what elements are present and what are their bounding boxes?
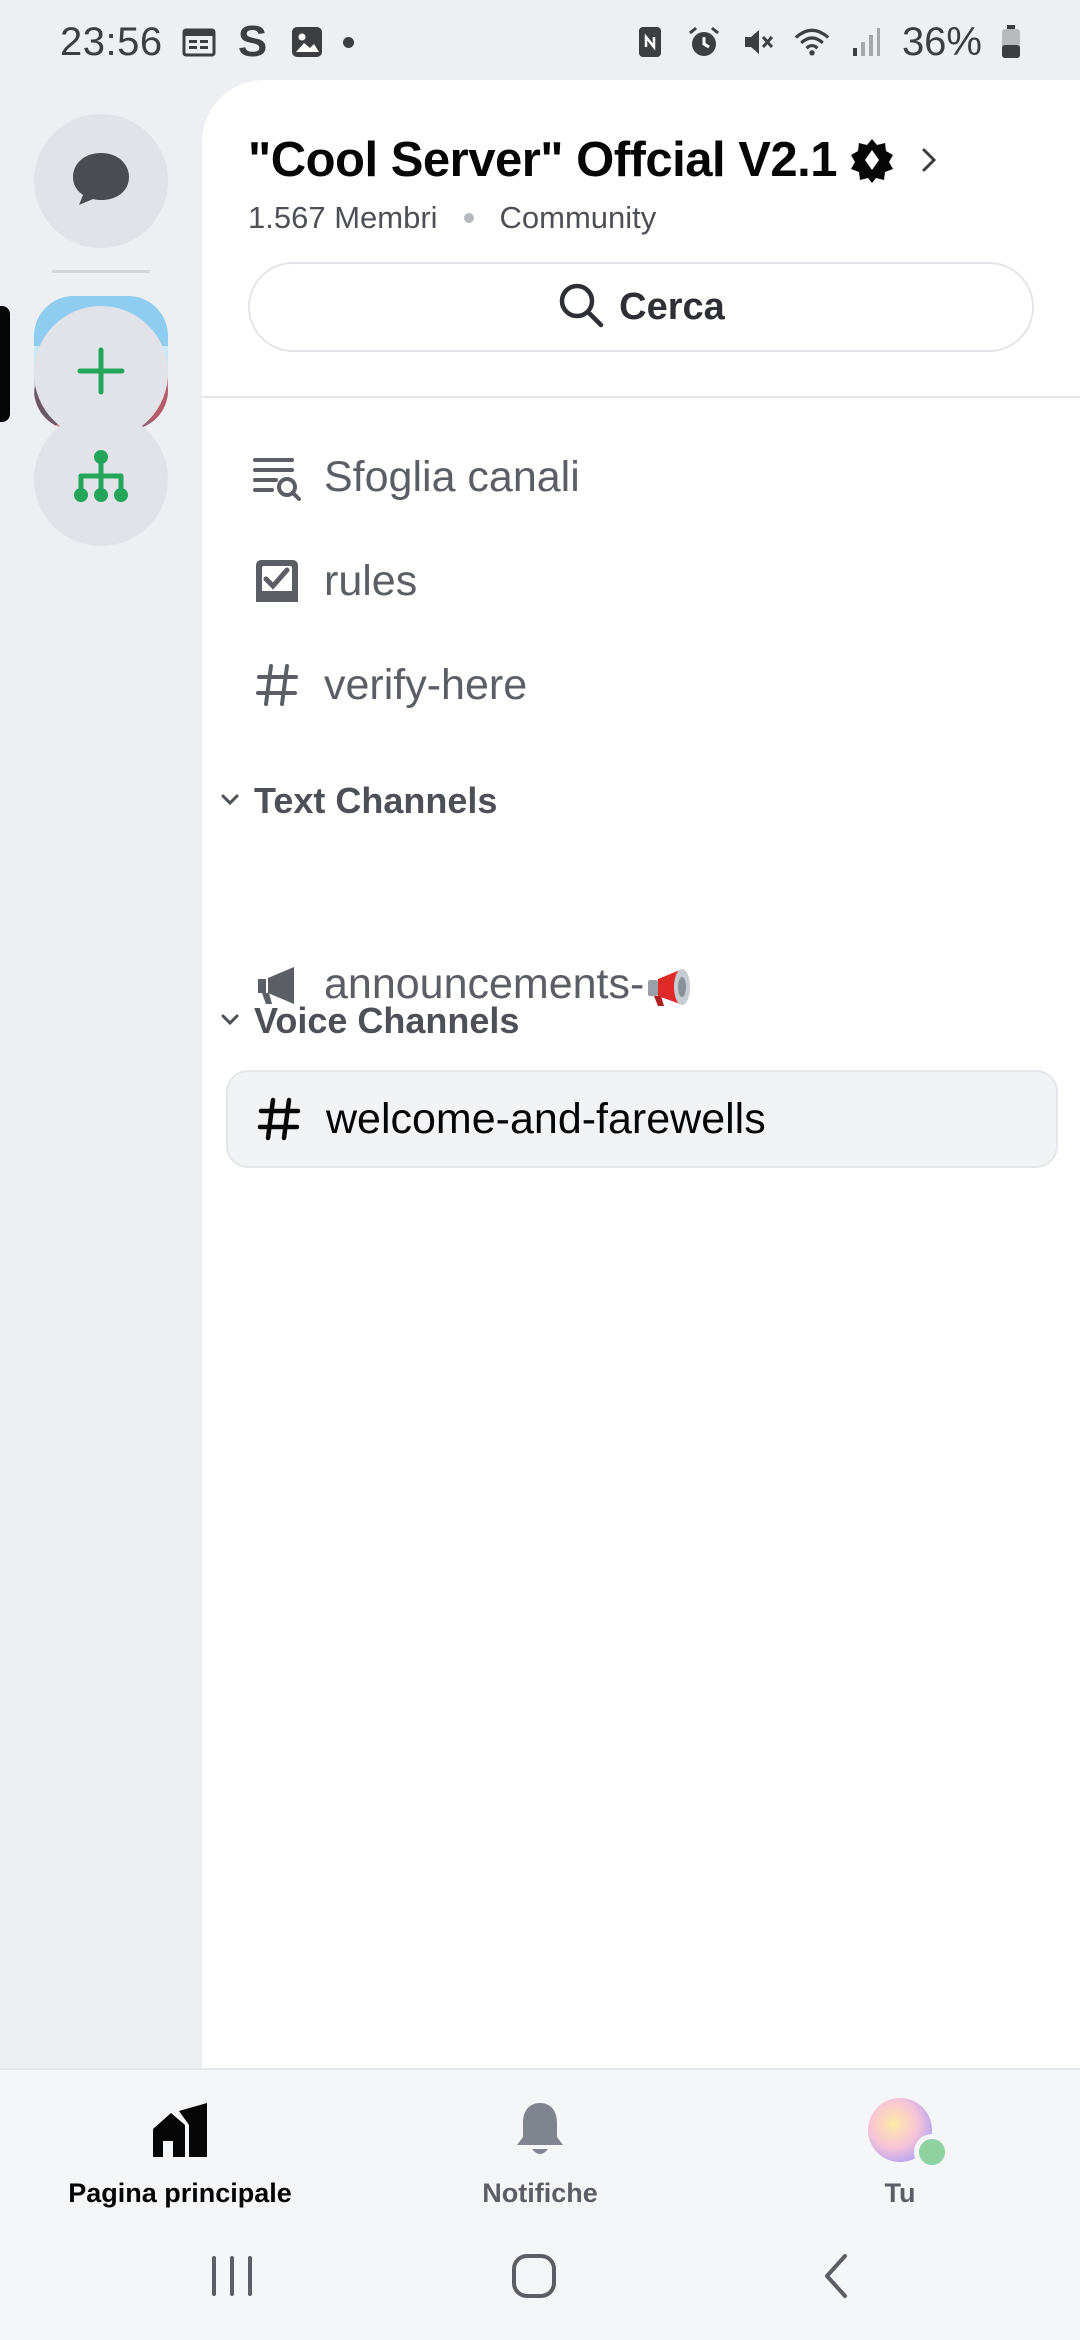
online-status-dot <box>914 2134 950 2170</box>
status-bar-right: 36% <box>632 20 1022 65</box>
discover-servers-button[interactable] <box>34 412 168 546</box>
category-label-voice: Voice Channels <box>254 1000 520 1041</box>
search-button[interactable]: Cerca <box>248 262 1034 352</box>
nav-notifications[interactable]: Notifiche <box>390 2070 690 2220</box>
search-icon <box>557 281 605 334</box>
home-system-button[interactable] <box>474 2238 594 2318</box>
status-bar-left: 23:56 S <box>60 20 354 65</box>
gallery-icon <box>289 24 325 60</box>
chevron-down-icon <box>216 1005 244 1038</box>
nav-home-label: Pagina principale <box>68 2178 292 2208</box>
back-icon <box>821 2252 851 2305</box>
category-text-channels[interactable]: Text Channels <box>216 780 497 822</box>
user-avatar <box>868 2098 950 2170</box>
channel-item-verify-here[interactable]: verify-here <box>226 636 1058 734</box>
server-title: "Cool Server" Offcial V2.1 <box>248 133 838 187</box>
discover-icon <box>71 448 131 511</box>
nav-you[interactable]: Tu <box>750 2070 1050 2220</box>
community-badge-icon <box>849 137 895 183</box>
hash-icon <box>252 660 302 710</box>
category-label-text: Text Channels <box>254 780 498 821</box>
recents-button[interactable] <box>172 2238 292 2318</box>
nav-home[interactable]: Pagina principale <box>30 2070 330 2220</box>
status-bar: 23:56 S 36% <box>0 0 1080 84</box>
home-circle-icon <box>510 2252 558 2305</box>
home-icon <box>149 2098 211 2162</box>
status-time: 23:56 <box>60 19 163 64</box>
selected-server-indicator <box>0 306 10 422</box>
bottom-navigation: Pagina principale Notifiche Tu <box>0 2068 1080 2218</box>
channel-panel: "Cool Server" Offcial V2.1 1.567 Membri … <box>202 80 1080 2068</box>
direct-messages-button[interactable] <box>34 114 168 248</box>
back-button[interactable] <box>776 2238 896 2318</box>
nfc-icon <box>632 24 668 60</box>
browse-channels-icon <box>252 452 302 502</box>
nav-you-label: Tu <box>884 2178 916 2208</box>
nav-notifications-label: Notifiche <box>482 2178 598 2208</box>
channel-item-rules[interactable]: rules <box>226 532 1058 630</box>
channel-label-welcome-and-farewells: welcome-and-farewells <box>326 1094 766 1143</box>
channel-label-rules: rules <box>324 556 418 605</box>
notification-dot <box>342 36 354 48</box>
rules-checkbox-icon <box>252 556 302 606</box>
header-divider <box>202 396 1080 398</box>
chevron-down-icon <box>216 785 244 818</box>
server-header[interactable]: "Cool Server" Offcial V2.1 <box>248 132 937 188</box>
browse-channels-item[interactable]: Sfoglia canali <box>226 428 1058 526</box>
megaphone-emoji <box>646 964 698 1010</box>
hash-icon <box>254 1094 304 1144</box>
server-rail <box>0 84 202 2068</box>
signal-icon <box>848 24 884 60</box>
s-app-icon: S <box>237 17 268 66</box>
wifi-icon <box>794 24 830 60</box>
battery-percent: 36% <box>901 19 982 64</box>
channel-item-welcome-and-farewells[interactable]: welcome-and-farewells <box>226 1070 1058 1168</box>
nav-you-icon-wrap <box>868 2098 950 2170</box>
messages-icon <box>69 149 133 214</box>
battery-icon <box>1000 24 1022 60</box>
rail-divider <box>52 270 150 273</box>
recents-icon <box>209 2254 255 2303</box>
meta-separator <box>463 213 474 223</box>
alarm-icon <box>686 24 722 60</box>
server-tag: Community <box>499 200 657 235</box>
calendar-icon <box>181 24 217 60</box>
mute-icon <box>740 24 776 60</box>
browse-channels-label: Sfoglia canali <box>324 452 580 501</box>
server-meta: 1.567 Membri Community <box>248 200 656 236</box>
channel-label-verify-here: verify-here <box>324 660 528 709</box>
system-navigation-bar <box>0 2218 1080 2340</box>
search-label: Cerca <box>619 285 725 328</box>
add-server-icon <box>76 346 126 401</box>
chevron-right-icon <box>921 147 937 173</box>
category-voice-channels[interactable]: Voice Channels <box>216 1000 519 1042</box>
bell-icon <box>513 2098 567 2162</box>
member-count: 1.567 Membri <box>248 200 438 235</box>
